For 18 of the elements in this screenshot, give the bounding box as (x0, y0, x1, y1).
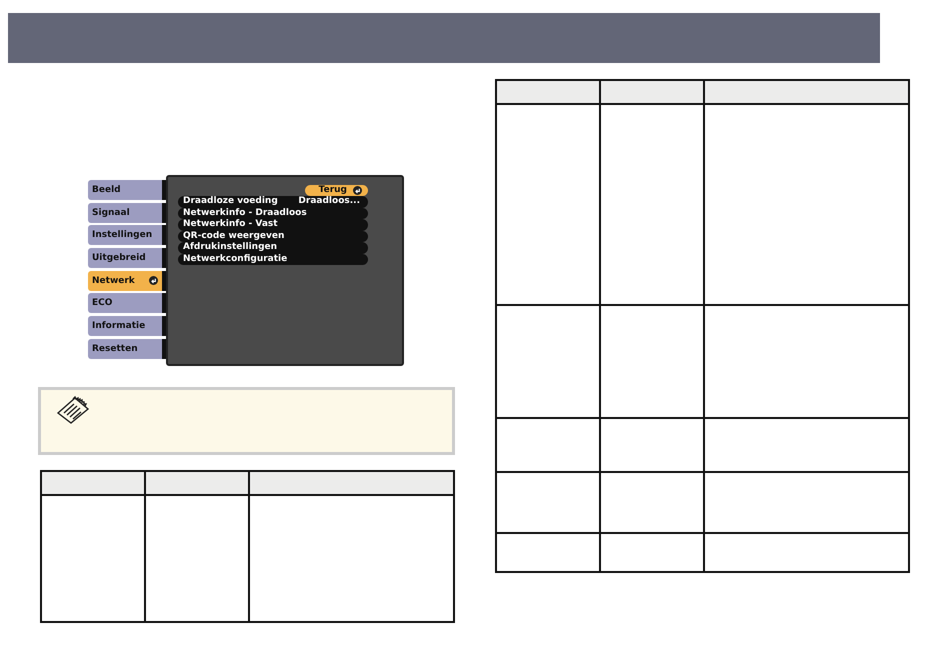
menu-tab[interactable]: Beeld (88, 180, 166, 200)
menu-item[interactable]: Netwerkinfo - Draadloos (178, 208, 368, 219)
enter-icon (353, 186, 362, 195)
notepad-icon (55, 395, 91, 425)
menu-tab[interactable]: Informatie (88, 316, 166, 336)
enter-icon (149, 276, 158, 286)
menu-tab[interactable]: Uitgebreid (88, 248, 166, 268)
menu-item[interactable]: QR-code weergeven (178, 230, 368, 242)
back-button[interactable]: Terug (304, 185, 368, 196)
menu-tab[interactable]: Instellingen (88, 225, 166, 246)
menu-item[interactable]: Netwerkconfiguratie (178, 254, 368, 265)
menu-tab[interactable]: Signaal (88, 202, 166, 223)
menu-tab[interactable]: Resetten (88, 338, 166, 359)
menu-tab[interactable]: Netwerk (88, 270, 166, 291)
menu-item[interactable]: Draadloze voeding Draadloos... (178, 196, 368, 208)
menu-item[interactable]: Netwerkinfo - Vast (178, 219, 368, 230)
menu-item[interactable]: Afdrukinstellingen (178, 242, 368, 254)
menu-tab[interactable]: ECO (88, 293, 166, 314)
